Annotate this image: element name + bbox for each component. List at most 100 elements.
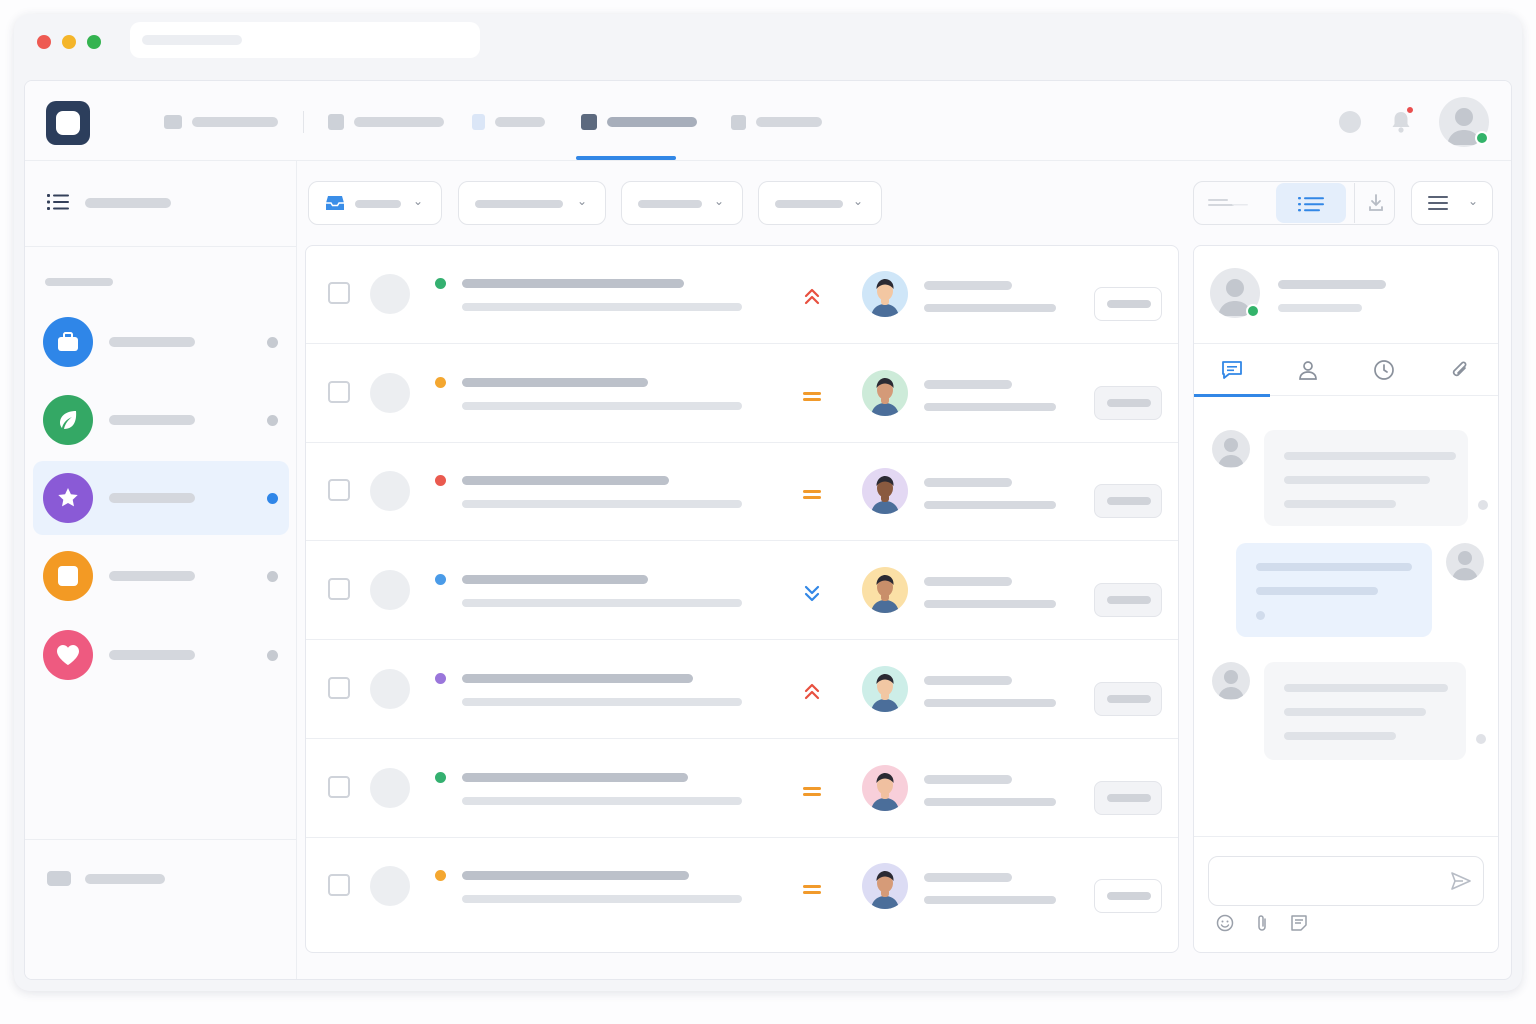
ticket-row[interactable]	[306, 443, 1178, 542]
ticket-title	[462, 575, 648, 585]
tab-attachments[interactable]	[1422, 344, 1498, 396]
ticket-status-pill[interactable]	[1094, 879, 1162, 914]
sidebar-item-label	[109, 493, 195, 503]
sidebar-title	[85, 198, 171, 208]
chevron-down-icon: ⌄	[714, 194, 725, 208]
person-icon	[1298, 360, 1318, 380]
nav-tab-5[interactable]	[731, 114, 822, 130]
ticket-status-pill[interactable]	[1094, 287, 1162, 321]
ticket-row[interactable]	[306, 345, 1178, 443]
ticket-row[interactable]	[306, 641, 1178, 739]
briefcase-icon	[43, 317, 93, 367]
row-checkbox[interactable]	[328, 282, 350, 304]
sidebar-item-indicator	[267, 493, 278, 504]
tab-chat[interactable]	[1194, 344, 1270, 397]
nav-tab-4[interactable]	[581, 114, 697, 130]
assignee-avatar[interactable]	[862, 863, 908, 910]
browser-window: ⌄ ⌄ ⌄ ⌄ ⌄	[14, 14, 1522, 991]
status-dot	[435, 672, 446, 684]
filter-label	[355, 200, 401, 208]
nav-tab-label	[192, 117, 278, 127]
row-checkbox[interactable]	[328, 578, 350, 601]
assignee-avatar[interactable]	[862, 271, 908, 317]
ticket-status-pill[interactable]	[1094, 681, 1162, 716]
send-icon[interactable]	[1451, 872, 1471, 890]
square-icon	[43, 551, 93, 601]
sidebar	[25, 161, 297, 979]
filter-dropdown-2[interactable]: ⌄	[458, 181, 606, 225]
status-icon[interactable]	[1339, 111, 1361, 133]
emoji-icon[interactable]	[1216, 914, 1234, 932]
ticket-status-pill[interactable]	[1094, 484, 1162, 519]
sidebar-item-label	[109, 337, 195, 347]
minimize-window-button[interactable]	[62, 35, 76, 49]
nav-tab-1[interactable]	[164, 114, 278, 130]
address-bar[interactable]	[130, 22, 480, 58]
ticket-row[interactable]	[306, 740, 1178, 838]
sidebar-item-star[interactable]	[33, 461, 289, 535]
nav-tab-2[interactable]	[328, 114, 444, 130]
ticket-row[interactable]	[306, 838, 1178, 936]
list-icon[interactable]	[47, 193, 69, 211]
row-checkbox[interactable]	[328, 676, 350, 699]
assignee-detail	[924, 501, 1056, 510]
star-icon	[43, 473, 93, 523]
chevron-down-icon: ⌄	[413, 194, 424, 208]
note-icon[interactable]	[1290, 914, 1308, 932]
assignee-avatar[interactable]	[862, 468, 908, 515]
zoom-window-button[interactable]	[87, 35, 101, 49]
paperclip-icon[interactable]	[1254, 914, 1270, 932]
sidebar-item-leaf[interactable]	[33, 383, 289, 457]
ticket-subtitle	[462, 401, 742, 410]
tab-icon	[581, 114, 597, 130]
message-input[interactable]	[1208, 856, 1484, 906]
ticket-status-pill[interactable]	[1094, 780, 1162, 815]
assignee-detail	[924, 797, 1056, 806]
assignee-avatar[interactable]	[862, 369, 908, 416]
message-bubble-incoming	[1264, 430, 1468, 526]
nav-tab-label	[495, 117, 545, 127]
sidebar-item-square[interactable]	[33, 539, 289, 613]
status-dot	[435, 574, 446, 586]
priority-medium-icon	[800, 482, 824, 506]
assignee-name	[924, 675, 1012, 685]
nav-tab-3[interactable]	[472, 114, 545, 130]
row-avatar-placeholder	[370, 570, 410, 611]
row-avatar-placeholder	[370, 274, 410, 314]
filter-dropdown-3[interactable]: ⌄	[621, 181, 743, 225]
row-checkbox[interactable]	[328, 479, 350, 502]
assignee-name	[924, 478, 1012, 488]
row-checkbox[interactable]	[328, 775, 350, 798]
list-view-icon[interactable]	[1276, 183, 1346, 223]
assignee-name	[924, 281, 1012, 290]
tab-person[interactable]	[1270, 344, 1346, 396]
row-checkbox[interactable]	[328, 380, 350, 403]
compact-view-icon[interactable]	[1208, 198, 1248, 210]
download-icon[interactable]	[1368, 194, 1384, 212]
close-window-button[interactable]	[37, 35, 51, 49]
assignee-avatar[interactable]	[862, 764, 908, 811]
ticket-row[interactable]	[306, 246, 1178, 344]
tab-history[interactable]	[1346, 344, 1422, 396]
assignee-avatar[interactable]	[862, 567, 908, 614]
sidebar-item-indicator	[267, 415, 278, 426]
sidebar-item-heart[interactable]	[33, 618, 289, 692]
ticket-title	[462, 871, 689, 881]
ticket-status-pill[interactable]	[1094, 385, 1162, 420]
filter-dropdown-inbox[interactable]: ⌄	[308, 181, 442, 225]
sidebar-footer[interactable]	[25, 839, 296, 979]
row-avatar-placeholder	[370, 471, 410, 512]
row-avatar-placeholder	[370, 668, 410, 709]
sidebar-item-briefcase[interactable]	[33, 305, 289, 379]
ticket-status-pill[interactable]	[1094, 583, 1162, 618]
assignee-name	[924, 774, 1012, 784]
row-avatar-placeholder	[370, 372, 410, 413]
menu-dropdown[interactable]: ⌄	[1411, 181, 1493, 225]
row-checkbox[interactable]	[328, 874, 350, 897]
app-logo-icon[interactable]	[46, 101, 90, 145]
contact-name	[1278, 280, 1386, 289]
assignee-avatar[interactable]	[862, 665, 908, 712]
ticket-row[interactable]	[306, 542, 1178, 641]
filter-dropdown-4[interactable]: ⌄	[758, 181, 882, 225]
sidebar-section-label	[45, 278, 113, 286]
